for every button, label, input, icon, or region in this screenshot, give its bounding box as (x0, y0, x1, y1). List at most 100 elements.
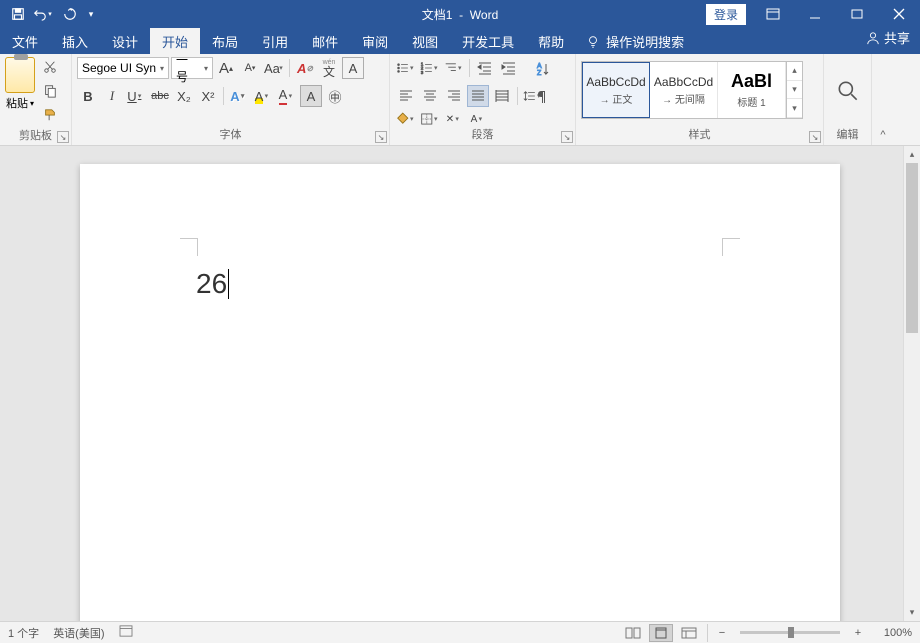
increase-indent-button[interactable] (498, 57, 520, 79)
zoom-in-button[interactable]: + (850, 627, 866, 639)
font-dialog-launcher[interactable]: ↘ (375, 131, 387, 143)
close-button[interactable] (878, 0, 920, 28)
scroll-up-button[interactable]: ▴ (904, 146, 920, 163)
tab-developer[interactable]: 开发工具 (450, 28, 526, 54)
paragraph-dialog-launcher[interactable]: ↘ (561, 131, 573, 143)
character-border-button[interactable]: A (342, 57, 364, 79)
text-effects-button[interactable]: A▾ (228, 85, 250, 107)
highlight-button[interactable]: A▾ (252, 85, 274, 107)
margin-corner-tl (180, 238, 198, 256)
tab-mailings[interactable]: 邮件 (300, 28, 350, 54)
superscript-button[interactable]: X² (197, 85, 219, 107)
ribbon-tabs: 文件 插入 设计 开始 布局 引用 邮件 审阅 视图 开发工具 帮助 操作说明搜… (0, 28, 920, 54)
style-name: 标题 1 (737, 94, 765, 109)
clipboard-dialog-launcher[interactable]: ↘ (57, 131, 69, 143)
style-heading1[interactable]: AaBl 标题 1 (718, 62, 786, 118)
title-bar: ▾ ▾ 文档1 - Word 登录 (0, 0, 920, 28)
underline-button[interactable]: U▾ (125, 85, 147, 107)
tab-help[interactable]: 帮助 (526, 28, 576, 54)
tab-references[interactable]: 引用 (250, 28, 300, 54)
style-normal[interactable]: AaBbCcDd → 正文 (582, 62, 650, 118)
align-left-button[interactable] (395, 85, 417, 107)
window-title: 文档1 - Word (422, 6, 498, 23)
find-icon[interactable] (835, 78, 861, 104)
scroll-thumb[interactable] (906, 163, 918, 333)
show-marks-button[interactable] (532, 86, 554, 108)
style-nospacing[interactable]: AaBbCcDd → 无间隔 (650, 62, 718, 118)
decrease-indent-button[interactable] (474, 57, 496, 79)
tab-file[interactable]: 文件 (0, 28, 50, 54)
collapse-ribbon-button[interactable]: ^ (872, 54, 894, 145)
bold-button[interactable]: B (77, 85, 99, 107)
language-status[interactable]: 英语(美国) (53, 625, 104, 641)
gallery-up-button[interactable]: ▴ (787, 62, 802, 81)
share-button[interactable]: 共享 (866, 28, 910, 47)
status-left: 1 个字 英语(美国) (8, 625, 133, 641)
font-size-combo[interactable]: 一号▾ (171, 57, 213, 79)
sign-in-button[interactable]: 登录 (706, 4, 746, 25)
copy-button[interactable] (39, 81, 61, 101)
save-button[interactable] (6, 2, 30, 26)
print-layout-button[interactable] (649, 624, 673, 642)
zoom-slider-knob[interactable] (788, 627, 794, 638)
change-case-button[interactable]: Aa▾ (263, 57, 285, 79)
character-shading-button[interactable]: A (300, 85, 322, 107)
paste-icon[interactable] (5, 57, 35, 93)
font-color-button[interactable]: A▾ (276, 85, 298, 107)
clear-formatting-button[interactable]: A⊘ (294, 57, 316, 79)
zoom-level[interactable]: 100% (870, 627, 912, 639)
font-name-combo[interactable]: Segoe UI Syn▾ (77, 57, 169, 79)
maximize-button[interactable] (836, 0, 878, 28)
page[interactable]: 26 (80, 164, 840, 621)
undo-button[interactable]: ▾ (32, 2, 56, 26)
tab-review[interactable]: 审阅 (350, 28, 400, 54)
tell-me-search[interactable]: 操作说明搜索 (576, 28, 694, 54)
macro-status[interactable] (119, 625, 133, 640)
bullets-button[interactable]: ▾ (395, 57, 417, 79)
vertical-scrollbar[interactable]: ▴ ▾ (903, 146, 920, 621)
zoom-out-button[interactable]: − (714, 627, 730, 639)
document-content[interactable]: 26 (196, 268, 229, 300)
tab-insert[interactable]: 插入 (50, 28, 100, 54)
align-center-button[interactable] (419, 85, 441, 107)
word-count[interactable]: 1 个字 (8, 625, 39, 641)
read-mode-button[interactable] (621, 624, 645, 642)
strikethrough-button[interactable]: abc (149, 85, 171, 107)
gallery-more-button[interactable]: ▾ (787, 99, 802, 118)
distributed-button[interactable] (491, 85, 513, 107)
subscript-button[interactable]: X₂ (173, 85, 195, 107)
sort-button[interactable]: AZ (532, 58, 554, 80)
align-right-button[interactable] (443, 85, 465, 107)
redo-button[interactable] (58, 2, 82, 26)
justify-button[interactable] (467, 85, 489, 107)
scroll-down-button[interactable]: ▾ (904, 604, 920, 621)
web-layout-button[interactable] (677, 624, 701, 642)
group-font: Segoe UI Syn▾ 一号▾ A▴ A▾ Aa▾ A⊘ wén文 A B … (72, 54, 390, 145)
gallery-down-button[interactable]: ▾ (787, 81, 802, 100)
shrink-font-button[interactable]: A▾ (239, 57, 261, 79)
multilevel-list-button[interactable]: ▾ (443, 57, 465, 79)
styles-dialog-launcher[interactable]: ↘ (809, 131, 821, 143)
grow-font-button[interactable]: A▴ (215, 57, 237, 79)
tab-design[interactable]: 设计 (100, 28, 150, 54)
status-bar: 1 个字 英语(美国) − + 100% (0, 621, 920, 643)
ribbon-display-button[interactable] (752, 0, 794, 28)
svg-text:A: A (537, 63, 542, 70)
zoom-slider[interactable] (740, 631, 840, 634)
phonetic-guide-button[interactable]: wén文 (318, 57, 340, 79)
styles-gallery: AaBbCcDd → 正文 AaBbCcDd → 无间隔 AaBl 标题 1 ▴… (581, 61, 803, 119)
style-preview: AaBbCcDd (654, 75, 713, 89)
minimize-button[interactable] (794, 0, 836, 28)
cut-button[interactable] (39, 57, 61, 77)
separator (517, 87, 518, 105)
qat-customize-button[interactable]: ▾ (84, 2, 98, 26)
share-label: 共享 (884, 28, 910, 47)
margin-corner-tr (722, 238, 740, 256)
tab-view[interactable]: 视图 (400, 28, 450, 54)
tab-layout[interactable]: 布局 (200, 28, 250, 54)
italic-button[interactable]: I (101, 85, 123, 107)
numbering-button[interactable]: 123▾ (419, 57, 441, 79)
format-painter-button[interactable] (39, 105, 61, 125)
paste-button[interactable]: 粘贴▾ (6, 95, 34, 111)
enclose-characters-button[interactable]: ㊥ (324, 85, 346, 107)
